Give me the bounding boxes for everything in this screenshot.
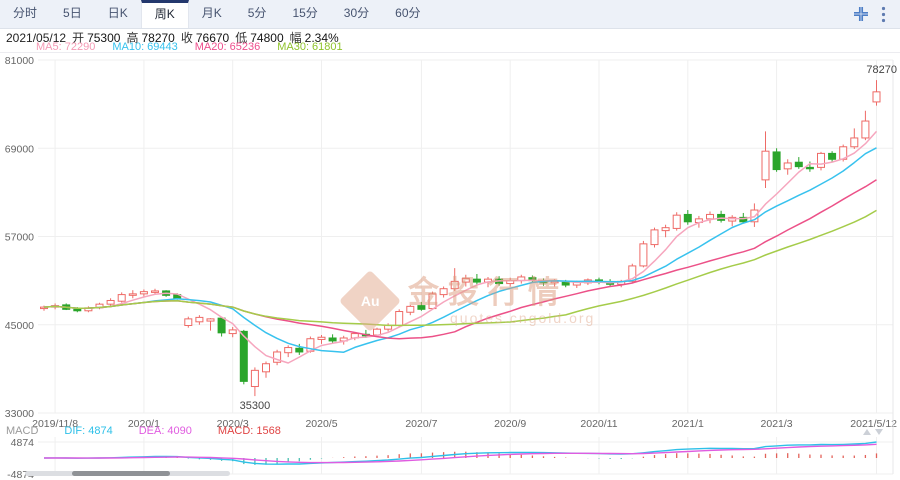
macd-dif-line [44, 442, 877, 464]
candle-body [640, 244, 647, 266]
tabbar-icons [853, 0, 900, 28]
tab-15分[interactable]: 15分 [279, 0, 330, 28]
candle-body [251, 370, 258, 386]
candle-body [762, 151, 769, 180]
collapse-icon[interactable] [853, 6, 869, 22]
candle-body [429, 294, 436, 309]
kline-chart[interactable]: 81000690005700045000330004874-48742019/1… [0, 53, 900, 480]
candle-body [795, 162, 802, 166]
tab-月K[interactable]: 月K [189, 0, 235, 28]
candle-body [152, 291, 159, 292]
candle-body [318, 337, 325, 339]
chart-area: 81000690005700045000330004874-48742019/1… [0, 52, 900, 480]
candle-body [829, 153, 836, 159]
candle-body [229, 330, 236, 334]
candle-body [407, 306, 414, 312]
y-axis-label: 69000 [5, 143, 34, 155]
candle-body [707, 214, 714, 218]
tab-60分[interactable]: 60分 [382, 0, 433, 28]
candle-body [185, 319, 192, 326]
tab-30分[interactable]: 30分 [331, 0, 382, 28]
candle-body [418, 306, 425, 310]
candle-body [107, 300, 114, 304]
x-axis-label: 2020/9 [494, 418, 526, 430]
candle-body [129, 294, 136, 295]
candle-body [873, 92, 880, 102]
candle-body [851, 138, 858, 147]
candle-body [462, 278, 469, 282]
candle-body [651, 230, 658, 245]
candle-body [263, 364, 270, 372]
candle-body [818, 153, 825, 167]
price-annotation: 35300 [240, 400, 271, 412]
y-axis-label: 45000 [5, 320, 34, 332]
ma20-line [44, 180, 877, 339]
candle-body [673, 215, 680, 228]
kline-app: 分时5日日K周K月K5分15分30分60分 [0, 0, 900, 480]
candle-body [140, 292, 147, 294]
y-axis-label: 33000 [5, 408, 34, 420]
x-axis-label: 2020/11 [580, 418, 617, 430]
tab-5日[interactable]: 5日 [50, 0, 95, 28]
y-axis-label: 57000 [5, 232, 34, 244]
candle-body [440, 289, 447, 295]
candle-body [74, 309, 81, 310]
x-axis-label: 2020/1 [128, 418, 160, 430]
candle-body [207, 319, 214, 321]
ma10-line [44, 148, 877, 352]
scrollbar-track[interactable] [25, 471, 230, 476]
candle-body [473, 279, 480, 282]
candle-body [662, 228, 669, 231]
candle-body [285, 348, 292, 353]
tab-周K[interactable]: 周K [141, 0, 189, 28]
candle-body [296, 348, 303, 352]
tab-分时[interactable]: 分时 [0, 0, 50, 28]
x-axis-label: 2021/5/12 [850, 418, 897, 430]
candle-body [196, 317, 203, 321]
candle-body [329, 338, 336, 341]
candle-body [562, 282, 569, 285]
scrollbar-thumb[interactable] [72, 471, 170, 476]
candle-body [218, 318, 225, 333]
scroll-down-triangle-icon [875, 429, 883, 435]
period-tabbar: 分时5日日K周K月K5分15分30分60分 [0, 0, 900, 29]
y-axis-label: 81000 [5, 55, 34, 67]
x-axis-label: 2020/7 [405, 418, 437, 430]
x-axis-label: 2021/3 [761, 418, 793, 430]
x-axis-label: 2020/3 [217, 418, 249, 430]
candle-body [396, 312, 403, 326]
x-axis-label: 2021/1 [672, 418, 704, 430]
more-menu-icon[interactable] [881, 6, 886, 23]
candle-body [784, 163, 791, 169]
candle-body [451, 281, 458, 288]
candle-body [806, 167, 813, 168]
tab-日K[interactable]: 日K [95, 0, 141, 28]
period-tabbar-tabs: 分时5日日K周K月K5分15分30分60分 [0, 0, 434, 28]
candle-body [773, 152, 780, 170]
macd-axis-top: 4874 [11, 437, 35, 449]
candle-body [118, 295, 125, 302]
ma5-line [44, 131, 877, 363]
candle-body [862, 121, 869, 138]
tab-5分[interactable]: 5分 [235, 0, 280, 28]
price-annotation: 78270 [866, 64, 897, 76]
x-axis-label: 2020/5 [305, 418, 337, 430]
x-axis-label: 2019/11/8 [32, 418, 78, 430]
candle-body [684, 214, 691, 221]
